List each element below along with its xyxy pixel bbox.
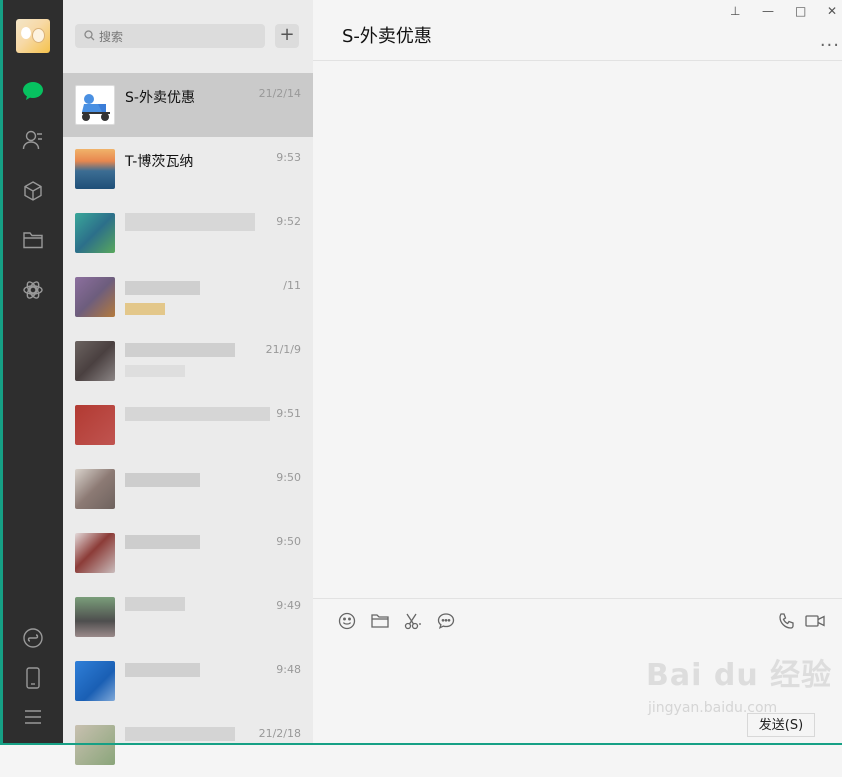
- chat-item[interactable]: 9:49: [63, 585, 313, 649]
- redacted-name: [125, 597, 185, 611]
- redacted-preview: [125, 365, 185, 377]
- chat-icon[interactable]: [22, 80, 44, 102]
- chat-time: 9:49: [276, 599, 301, 612]
- redacted-name: [125, 213, 255, 231]
- chat-time: 9:50: [276, 471, 301, 484]
- redacted-name: [125, 281, 200, 295]
- pin-icon[interactable]: ⊥: [730, 4, 740, 18]
- sidebar: [3, 0, 63, 745]
- chat-time: 9:50: [276, 535, 301, 548]
- search-input[interactable]: 搜索: [75, 24, 265, 48]
- chat-time: 21/2/14: [258, 87, 301, 100]
- close-icon[interactable]: ✕: [827, 4, 837, 18]
- redacted-name: [125, 535, 200, 549]
- chat-time: 21/2/18: [258, 727, 301, 740]
- favorites-icon[interactable]: [22, 180, 44, 202]
- more-options-icon[interactable]: ...: [820, 30, 840, 51]
- chat-item[interactable]: 9:48: [63, 649, 313, 713]
- search-placeholder: 搜索: [99, 30, 124, 44]
- chat-time: 9:51: [276, 407, 301, 420]
- chat-bubble-icon[interactable]: [436, 611, 456, 631]
- chat-avatar: [75, 149, 115, 189]
- video-call-icon[interactable]: [805, 611, 825, 631]
- chat-item[interactable]: 21/1/9: [63, 329, 313, 393]
- chat-time: /11: [283, 279, 301, 292]
- redacted-name: [125, 407, 270, 421]
- miniprogram-icon[interactable]: [22, 627, 44, 649]
- redacted-preview: [125, 303, 165, 315]
- conversation-title: S-外卖优惠: [342, 26, 432, 47]
- chat-panel: ⊥ — □ ✕ S-外卖优惠 ... Bai du 经验 jingyan.bai…: [313, 0, 842, 745]
- chat-avatar: [75, 85, 115, 125]
- search-icon: [84, 30, 95, 41]
- chat-avatar: [75, 213, 115, 253]
- composer-divider: [313, 598, 842, 599]
- chat-item[interactable]: 9:50: [63, 521, 313, 585]
- chat-item[interactable]: /11: [63, 265, 313, 329]
- emoji-icon[interactable]: [337, 611, 357, 631]
- moments-icon[interactable]: [22, 279, 44, 301]
- chat-time: 9:53: [276, 151, 301, 164]
- redacted-name: [125, 663, 200, 677]
- chat-avatar: [75, 469, 115, 509]
- chat-avatar: [75, 405, 115, 445]
- chat-time: 21/1/9: [265, 343, 301, 356]
- chat-time: 9:48: [276, 663, 301, 676]
- chat-time: 9:52: [276, 215, 301, 228]
- chat-item[interactable]: T-博茨瓦纳 9:53: [63, 137, 313, 201]
- baidu-watermark: Bai du 经验: [646, 658, 833, 693]
- user-avatar[interactable]: [16, 19, 50, 53]
- chat-item[interactable]: 9:50: [63, 457, 313, 521]
- chat-avatar: [75, 277, 115, 317]
- chat-item[interactable]: 9:51: [63, 393, 313, 457]
- conversation-list: 搜索 + S-外卖优惠 21/2/14 T-博茨瓦纳 9:53 9:52 /11…: [63, 0, 313, 765]
- voice-call-icon[interactable]: [777, 611, 797, 631]
- contacts-icon[interactable]: [22, 129, 44, 151]
- scissors-icon[interactable]: [403, 611, 423, 631]
- header-divider: [313, 60, 842, 61]
- minimize-icon[interactable]: —: [762, 4, 774, 18]
- redacted-name: [125, 343, 235, 357]
- chat-item[interactable]: 9:52: [63, 201, 313, 265]
- send-button[interactable]: 发送(S): [747, 713, 815, 737]
- chat-avatar: [75, 533, 115, 573]
- folder-icon[interactable]: [370, 611, 390, 631]
- chat-item[interactable]: 21/2/18: [63, 713, 313, 777]
- chat-avatar: [75, 341, 115, 381]
- menu-icon[interactable]: [22, 706, 44, 728]
- maximize-icon[interactable]: □: [795, 4, 806, 18]
- chat-avatar: [75, 725, 115, 765]
- chat-name: T-博茨瓦纳: [125, 154, 194, 170]
- redacted-name: [125, 473, 200, 487]
- chat-avatar: [75, 661, 115, 701]
- files-icon[interactable]: [22, 229, 44, 251]
- chat-avatar: [75, 597, 115, 637]
- chat-item[interactable]: S-外卖优惠 21/2/14: [63, 73, 313, 137]
- redacted-name: [125, 727, 235, 741]
- phone-icon[interactable]: [22, 667, 44, 689]
- chat-name: S-外卖优惠: [125, 90, 195, 106]
- add-button[interactable]: +: [275, 24, 299, 48]
